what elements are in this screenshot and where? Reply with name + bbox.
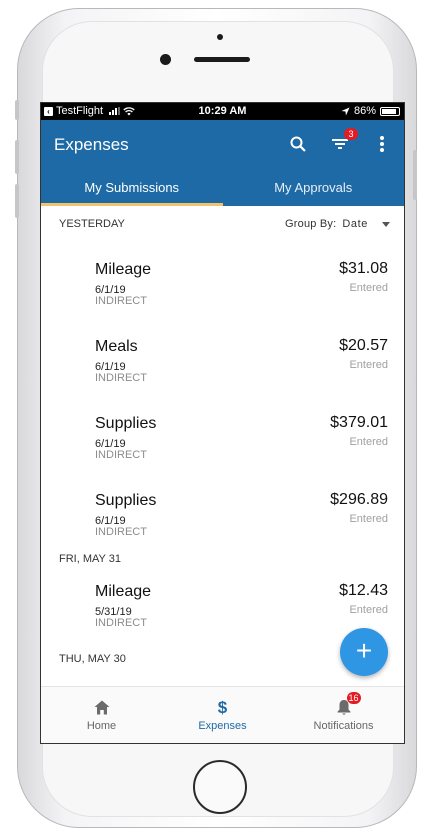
add-expense-button[interactable]: + [340, 628, 388, 676]
section-title: THU, MAY 30 [59, 653, 126, 665]
section-title: YESTERDAY [59, 218, 125, 230]
expense-item[interactable]: Supplies 6/1/19 INDIRECT $296.89 Entered [41, 473, 404, 545]
expense-category: INDIRECT [95, 617, 147, 629]
nav-label: Home [86, 719, 117, 732]
power-button [413, 150, 417, 200]
battery-percent: 86% [353, 105, 376, 117]
earpiece-speaker [194, 57, 250, 62]
nav-item-expenses[interactable]: $ Expenses [162, 687, 283, 743]
nav-label: Expenses [198, 719, 247, 732]
section-title: FRI, MAY 31 [59, 553, 121, 565]
location-arrow-icon [341, 106, 350, 116]
section-header: FRI, MAY 31 [41, 545, 404, 573]
app-bar: Expenses 3 [41, 120, 404, 172]
battery-icon [380, 106, 400, 116]
group-by-selector[interactable]: Group By: Date [285, 218, 390, 230]
tab-bar: My Submissions My Approvals [41, 172, 404, 206]
bottom-navigation: Home $ Expenses 16 Notifications [41, 686, 404, 743]
tab-my-approvals[interactable]: My Approvals [223, 172, 405, 206]
expense-name: Supplies [95, 492, 157, 509]
chevron-down-icon [382, 221, 390, 227]
volume-up-button [15, 140, 19, 174]
notification-count-badge: 16 [346, 691, 361, 704]
home-icon [94, 700, 109, 715]
more-options-button[interactable] [372, 134, 392, 154]
app-bar-actions: 3 [288, 128, 392, 154]
filter-icon [332, 139, 348, 149]
group-by-value: Date [342, 218, 368, 230]
nav-item-notifications[interactable]: 16 Notifications [283, 687, 404, 743]
page-title: Expenses [54, 135, 129, 154]
expense-name: Meals [95, 338, 138, 355]
section-header: YESTERDAY Group By: Date [41, 206, 404, 242]
expense-category: INDIRECT [95, 449, 147, 461]
expense-amount: $31.08 [339, 260, 388, 277]
mute-switch [15, 100, 19, 120]
filter-count-badge: 3 [344, 128, 358, 140]
expense-amount: $12.43 [339, 582, 388, 599]
filter-button[interactable]: 3 [330, 128, 358, 154]
expense-category: INDIRECT [95, 295, 147, 307]
expense-status: Entered [349, 436, 388, 448]
expense-category: INDIRECT [95, 526, 147, 538]
home-button[interactable] [193, 760, 247, 814]
expense-name: Mileage [95, 261, 152, 278]
expense-status: Entered [349, 513, 388, 525]
expense-item[interactable]: Supplies 6/1/19 INDIRECT $379.01 Entered [41, 396, 404, 473]
search-icon [290, 136, 306, 152]
expense-name: Mileage [95, 583, 152, 600]
expense-status: Entered [349, 282, 388, 294]
expense-status: Entered [349, 604, 388, 616]
more-vertical-icon [380, 136, 384, 152]
expense-item[interactable]: Mileage 6/1/19 INDIRECT $31.08 Entered [41, 242, 404, 319]
nav-label: Notifications [313, 719, 374, 732]
expense-category: INDIRECT [95, 372, 147, 384]
expense-amount: $296.89 [330, 491, 388, 508]
search-button[interactable] [288, 134, 308, 154]
dollar-icon: $ [217, 697, 228, 717]
expense-status: Entered [349, 359, 388, 371]
proximity-sensor [217, 34, 223, 40]
expense-list[interactable]: YESTERDAY Group By: Date Mileage 6/1/19 … [41, 206, 404, 687]
nav-item-home[interactable]: Home [41, 687, 162, 743]
expense-amount: $20.57 [339, 337, 388, 354]
status-bar: ‹ TestFlight 10:29 AM 86% [41, 103, 404, 120]
group-by-label: Group By: [285, 218, 337, 230]
expense-amount: $379.01 [330, 414, 388, 431]
expense-item[interactable]: Meals 6/1/19 INDIRECT $20.57 Entered [41, 319, 404, 396]
volume-down-button [15, 184, 19, 218]
front-camera [160, 54, 171, 65]
tab-my-submissions[interactable]: My Submissions [41, 172, 223, 206]
status-bar-right: 86% [341, 105, 400, 117]
expense-name: Supplies [95, 415, 157, 432]
phone-screen: ‹ TestFlight 10:29 AM 86% Expenses 3 My … [40, 102, 405, 744]
